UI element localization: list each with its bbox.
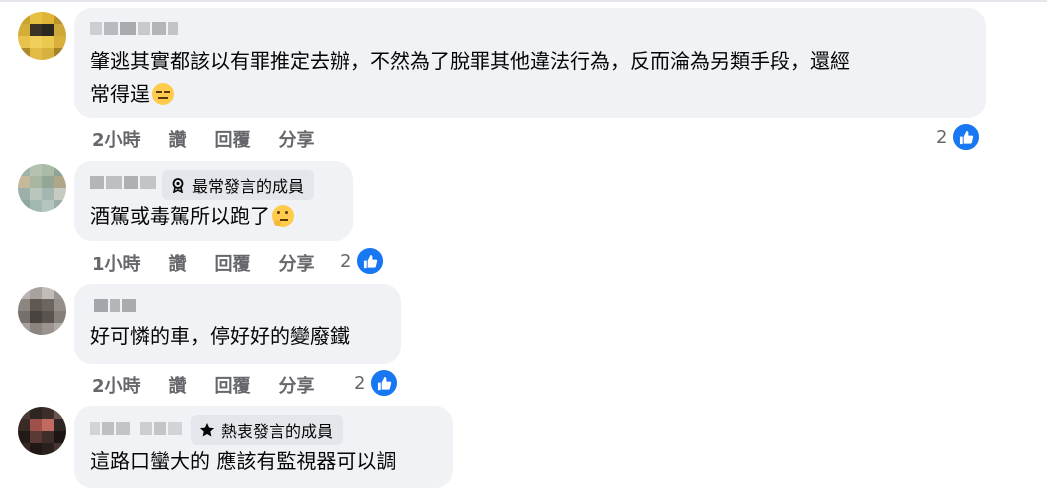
share-button[interactable]: 分享 — [279, 250, 315, 276]
comment: 好可憐的車，停好好的變廢鐵 2小時 讚 回覆 分享 2 — [0, 284, 1047, 406]
comment-text-line: 好可憐的車，停好好的變廢鐵 — [90, 324, 350, 348]
comment-text: 酒駕或毒駕所以跑了 — [90, 200, 350, 233]
comment-text-line: 酒駕或毒駕所以跑了 — [90, 204, 270, 228]
like-button[interactable]: 讚 — [169, 126, 187, 152]
reaction-summary[interactable]: 2 — [354, 368, 400, 398]
author-name[interactable] — [90, 422, 182, 435]
comment-text: 肇逃其實都該以有罪推定去辦，不然為了脫罪其他違法行為，反而淪為另類手段，還經 常… — [90, 45, 970, 111]
badge-label: 熱衷發言的成員 — [221, 422, 334, 441]
comment: 最常發言的成員 酒駕或毒駕所以跑了 1小時 讚 回覆 分享 2 — [0, 160, 1047, 284]
comment-text-line: 這路口蠻大的 應該有監視器可以調 — [90, 449, 397, 473]
comment-bubble: 最常發言的成員 酒駕或毒駕所以跑了 — [74, 161, 353, 241]
reply-button[interactable]: 回覆 — [215, 250, 251, 276]
comment-actions: 2小時 讚 回覆 分享 — [92, 126, 343, 152]
avatar[interactable] — [18, 12, 66, 60]
member-badge[interactable]: 熱衷發言的成員 — [191, 415, 344, 445]
author-name[interactable] — [90, 176, 156, 189]
avatar[interactable] — [18, 407, 66, 455]
author-name[interactable] — [90, 22, 178, 35]
like-button[interactable]: 讚 — [169, 372, 187, 398]
timestamp-link[interactable]: 1小時 — [92, 250, 141, 276]
comment-actions: 2小時 讚 回覆 分享 — [92, 372, 343, 398]
comment-text-line: 肇逃其實都該以有罪推定去辦，不然為了脫罪其他違法行為，反而淪為另類手段，還經 — [90, 49, 850, 73]
star-icon — [199, 423, 215, 437]
thumbs-up-icon — [951, 122, 982, 152]
avatar[interactable] — [18, 287, 66, 335]
comment-text: 好可憐的車，停好好的變廢鐵 — [90, 320, 390, 353]
timestamp-link[interactable]: 2小時 — [92, 126, 141, 152]
comment-bubble: 好可憐的車，停好好的變廢鐵 — [74, 284, 401, 364]
share-button[interactable]: 分享 — [279, 126, 315, 152]
reaction-count: 2 — [340, 250, 352, 272]
thumbs-up-icon — [355, 246, 386, 276]
reply-button[interactable]: 回覆 — [215, 126, 251, 152]
timestamp-link[interactable]: 2小時 — [92, 372, 141, 398]
reaction-summary[interactable]: 2 — [340, 246, 386, 276]
reaction-count: 2 — [936, 126, 948, 148]
comment-text: 這路口蠻大的 應該有監視器可以調 — [90, 445, 450, 478]
comment-text-line: 常得逞 — [90, 82, 150, 106]
member-badge[interactable]: 最常發言的成員 — [162, 170, 315, 200]
thinking-face-icon — [272, 205, 294, 227]
reaction-count: 2 — [354, 372, 366, 394]
like-button[interactable]: 讚 — [169, 250, 187, 276]
expressionless-face-icon — [152, 83, 174, 105]
author-name[interactable] — [94, 299, 136, 312]
comment-bubble: 熱衷發言的成員 這路口蠻大的 應該有監視器可以調 — [74, 406, 453, 488]
comment-actions: 1小時 讚 回覆 分享 — [92, 250, 343, 276]
thumbs-up-icon — [369, 368, 400, 398]
reply-button[interactable]: 回覆 — [215, 372, 251, 398]
badge-label: 最常發言的成員 — [192, 177, 305, 196]
medal-icon — [172, 178, 184, 193]
comment-bubble: 肇逃其實都該以有罪推定去辦，不然為了脫罪其他違法行為，反而淪為另類手段，還經 常… — [74, 8, 986, 118]
reaction-summary[interactable]: 2 — [936, 122, 982, 152]
share-button[interactable]: 分享 — [279, 372, 315, 398]
comment: 肇逃其實都該以有罪推定去辦，不然為了脫罪其他違法行為，反而淪為另類手段，還經 常… — [0, 0, 1047, 160]
avatar[interactable] — [18, 164, 66, 212]
comment: 熱衷發言的成員 這路口蠻大的 應該有監視器可以調 — [0, 406, 1047, 488]
